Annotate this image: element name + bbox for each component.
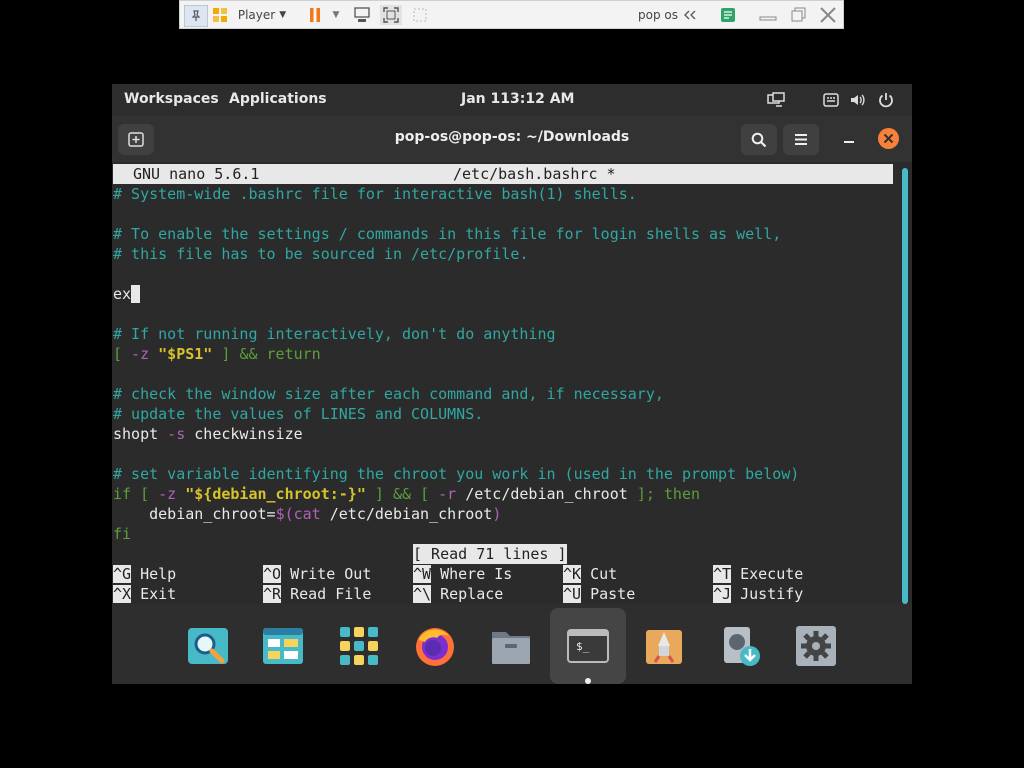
shortcut-key: ^J <box>713 585 732 603</box>
shortcut-execute[interactable]: ^T Execute <box>713 564 803 584</box>
close-icon <box>883 133 894 144</box>
clock-date[interactable]: Jan 11 <box>461 91 510 107</box>
player-menu-button[interactable]: Player ▼ <box>236 5 288 25</box>
shortcut-key: ^O <box>263 565 282 583</box>
window-minimize-button[interactable] <box>843 131 855 147</box>
send-keys-icon[interactable] <box>352 5 372 25</box>
code-line-17: debian_chroot=$(cat /etc/debian_chroot) <box>113 505 502 523</box>
code-line-18: fi <box>113 525 132 543</box>
chevron-down-icon: ▼ <box>279 10 287 20</box>
pause-options-chevron-icon[interactable]: ▼ <box>330 5 342 25</box>
dock-terminal-icon[interactable]: $_ <box>566 624 610 668</box>
keyboard-icon[interactable] <box>823 92 839 112</box>
shortcut-help[interactable]: ^G Help <box>113 564 176 584</box>
dock-running-indicator <box>585 678 591 684</box>
dock-firefox-icon[interactable] <box>413 624 457 668</box>
notes-icon[interactable] <box>718 5 738 25</box>
dock-app-store-icon[interactable] <box>261 624 305 668</box>
shortcut-key: ^U <box>563 585 582 603</box>
window-close-button[interactable] <box>878 128 899 149</box>
shortcut-key: ^\ <box>413 585 432 603</box>
workspaces-button[interactable]: Workspaces <box>124 91 219 107</box>
shortcut-key: ^X <box>113 585 132 603</box>
shortcut-label: Where Is <box>431 565 513 583</box>
code-line-13: shopt -s checkwinsize <box>113 425 303 443</box>
terminal-scrollbar[interactable] <box>902 168 908 604</box>
dock-disk-installer-icon[interactable] <box>718 624 762 668</box>
shortcut-label: Justify <box>731 585 804 603</box>
code-line-9: [ -z "$PS1" ] && return <box>113 345 321 363</box>
vmware-logo-icon <box>210 5 230 25</box>
vm-screen[interactable]: Workspaces Applications Jan 11 3:12 AM p… <box>112 84 912 684</box>
shortcut-exit[interactable]: ^X Exit <box>113 584 176 604</box>
pin-icon[interactable] <box>184 5 208 27</box>
shortcut-replace[interactable]: ^\ Replace <box>413 584 503 604</box>
minimize-icon <box>844 141 854 143</box>
double-chevron-left-icon[interactable] <box>682 5 698 25</box>
code-line-3: # To enable the settings / commands in t… <box>113 225 782 243</box>
pause-icon[interactable] <box>306 5 324 25</box>
clock-time[interactable]: 3:12 AM <box>510 91 574 107</box>
code-line-16: if [ -z "${debian_chroot:-}" ] && [ -r /… <box>113 485 701 503</box>
shortcut-label: Exit <box>131 585 177 603</box>
unity-mode-icon[interactable] <box>410 5 430 25</box>
shortcut-label: Read File <box>281 585 372 603</box>
code-line-4: # this file has to be sourced in /etc/pr… <box>113 245 529 263</box>
fullscreen-icon[interactable] <box>380 5 402 25</box>
code-line-12: # update the values of LINES and COLUMNS… <box>113 405 484 423</box>
text-cursor <box>131 285 141 303</box>
dock: $_ <box>112 604 912 684</box>
shortcut-key: ^R <box>263 585 282 603</box>
shortcut-paste[interactable]: ^U Paste <box>563 584 635 604</box>
nano-filename: /etc/bash.bashrc * <box>453 165 616 183</box>
shortcut-label: Execute <box>731 565 804 583</box>
display-icon[interactable] <box>767 92 785 112</box>
menu-button[interactable] <box>783 124 819 155</box>
shortcut-key: ^G <box>113 565 132 583</box>
nano-status-message: [ Read 71 lines ] <box>413 544 567 564</box>
shortcut-label: Cut <box>581 565 618 583</box>
code-line-6-text: ex <box>113 285 132 303</box>
volume-icon[interactable] <box>849 92 867 112</box>
dock-installer-icon[interactable] <box>642 624 686 668</box>
dock-app-search-icon[interactable] <box>186 624 230 668</box>
shortcut-label: Replace <box>431 585 504 603</box>
applications-button[interactable]: Applications <box>229 91 327 107</box>
minimize-icon[interactable] <box>758 5 778 25</box>
shortcut-cut[interactable]: ^K Cut <box>563 564 617 584</box>
code-line-8: # If not running interactively, don't do… <box>113 325 556 343</box>
dock-app-grid-icon[interactable] <box>337 624 381 668</box>
vmware-toolbar: Player ▼ ▼ pop os <box>179 0 844 29</box>
player-menu-label: Player <box>237 8 276 22</box>
close-icon[interactable] <box>818 5 838 25</box>
terminal-glyph: $_ <box>576 640 590 653</box>
code-line-11: # check the window size after each comma… <box>113 385 664 403</box>
hamburger-menu-icon <box>795 134 807 145</box>
shortcut-key: ^T <box>713 565 732 583</box>
search-icon <box>751 132 767 148</box>
shortcut-label: Write Out <box>281 565 372 583</box>
nano-editor[interactable]: GNU nano 5.6.1/etc/bash.bashrc * # Syste… <box>112 162 912 604</box>
shortcut-label: Paste <box>581 585 636 603</box>
shortcut-key: ^W <box>413 565 432 583</box>
dock-files-icon[interactable] <box>489 624 533 668</box>
nano-title-bar: GNU nano 5.6.1/etc/bash.bashrc * <box>113 164 893 184</box>
shortcut-justify[interactable]: ^J Justify <box>713 584 803 604</box>
power-icon[interactable] <box>878 92 894 112</box>
terminal-header-bar: pop-os@pop-os: ~/Downloads <box>112 116 912 162</box>
restore-icon[interactable] <box>788 5 808 25</box>
gnome-top-bar: Workspaces Applications Jan 11 3:12 AM <box>112 84 912 116</box>
shortcut-key: ^K <box>563 565 582 583</box>
search-button[interactable] <box>741 124 777 155</box>
vm-name-label: pop os <box>638 8 678 22</box>
code-line-15: # set variable identifying the chroot yo… <box>113 465 800 483</box>
dock-settings-icon[interactable] <box>794 624 838 668</box>
nano-version: GNU nano 5.6.1 <box>133 165 260 183</box>
shortcut-where-is[interactable]: ^W Where Is <box>413 564 512 584</box>
code-line-6: ex <box>113 284 141 304</box>
code-line-1: # System-wide .bashrc file for interacti… <box>113 185 637 203</box>
shortcut-read-file[interactable]: ^R Read File <box>263 584 371 604</box>
shortcut-write-out[interactable]: ^O Write Out <box>263 564 371 584</box>
shortcut-label: Help <box>131 565 177 583</box>
